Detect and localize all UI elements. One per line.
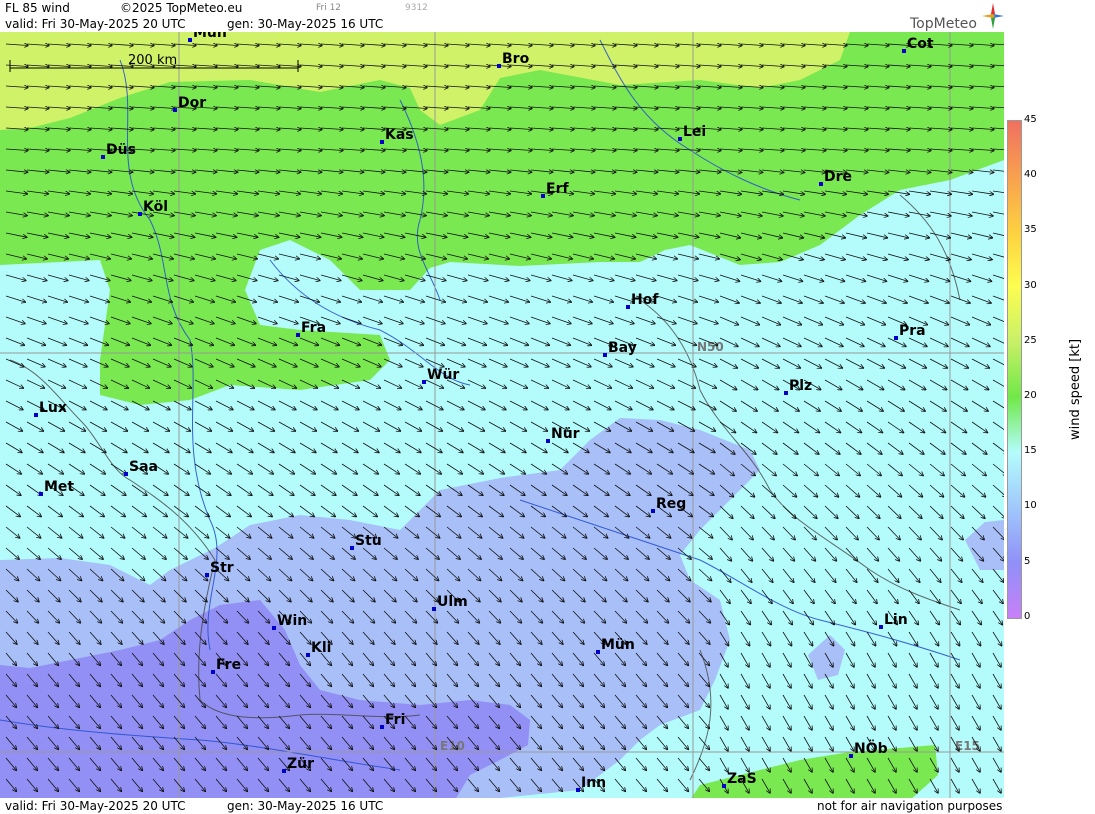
city-marker — [541, 194, 545, 198]
city-label: Bro — [502, 51, 530, 67]
city-marker — [188, 38, 192, 42]
city-marker — [722, 784, 726, 788]
logo-text: TopMeteo — [910, 16, 977, 32]
city-label: Inn — [581, 775, 606, 791]
legend-tick: 15 — [1024, 445, 1037, 457]
footer-gen-time: gen: 30-May-2025 16 UTC — [227, 799, 384, 813]
header-row-1: FL 85 wind ©2025 TopMeteo.eu Fri 12 9312 — [0, 0, 1004, 16]
city-label: Stu — [355, 533, 382, 549]
city-label: Plz — [789, 378, 812, 394]
city-label: Zür — [287, 756, 314, 772]
city-marker — [380, 725, 384, 729]
city-marker — [651, 509, 655, 513]
copyright: ©2025 TopMeteo.eu — [120, 1, 243, 15]
city-label: Dor — [178, 95, 206, 111]
city-label: ZaS — [727, 771, 757, 787]
city-marker — [432, 607, 436, 611]
city-marker — [34, 413, 38, 417]
city-label: Met — [44, 479, 74, 495]
legend-colorbar — [1007, 120, 1022, 619]
city-label: Bay — [608, 340, 637, 356]
header-row-2: valid: Fri 30-May-2025 20 UTC gen: 30-Ma… — [0, 16, 1004, 32]
city-label: Fra — [301, 320, 326, 336]
city-marker — [879, 625, 883, 629]
code-label: 9312 — [405, 3, 428, 13]
city-label: Str — [210, 560, 234, 576]
legend-tick: 20 — [1024, 390, 1037, 401]
city-marker — [272, 626, 276, 630]
footer-disclaimer: not for air navigation purposes — [817, 799, 1003, 813]
city-label: NÖb — [854, 739, 888, 757]
city-marker — [894, 336, 898, 340]
city-label: Erf — [546, 181, 569, 197]
legend-tick: 45 — [1024, 114, 1037, 125]
city-label: Pra — [899, 323, 926, 339]
city-label: Cot — [907, 36, 934, 52]
city-marker — [497, 64, 501, 68]
footer-row: valid: Fri 30-May-2025 20 UTC gen: 30-Ma… — [0, 798, 1004, 814]
city-marker — [173, 108, 177, 112]
compass-icon — [982, 3, 1004, 29]
legend-tick: 35 — [1024, 224, 1037, 236]
city-label: Lux — [39, 400, 67, 416]
gen-time: gen: 30-May-2025 16 UTC — [227, 17, 384, 31]
legend-tick: 40 — [1024, 169, 1037, 181]
legend-tick: 30 — [1024, 279, 1037, 291]
city-label: Mün — [601, 637, 635, 653]
valid-time: valid: Fri 30-May-2025 20 UTC — [5, 17, 186, 31]
city-marker — [306, 653, 310, 657]
city-marker — [124, 472, 128, 476]
city-label: Win — [277, 613, 307, 629]
city-label: Fre — [216, 657, 241, 673]
legend-tick: 0 — [1024, 610, 1031, 622]
city-label: Düs — [106, 142, 136, 158]
city-marker — [380, 140, 384, 144]
legend-tick: 5 — [1024, 555, 1031, 567]
city-marker — [205, 573, 209, 577]
city-label: Ulm — [437, 594, 468, 610]
city-marker — [596, 650, 600, 654]
city-marker — [784, 391, 788, 395]
city-marker — [819, 182, 823, 186]
city-marker — [422, 380, 426, 384]
city-marker — [678, 137, 682, 141]
city-marker — [282, 769, 286, 773]
scale-bar-label: 200 km — [128, 53, 177, 68]
city-marker — [603, 353, 607, 357]
legend: 45 40 35 30 25 20 15 10 5 0 wind speed [kt] — [1004, 0, 1095, 814]
city-marker — [296, 333, 300, 337]
city-marker — [902, 49, 906, 53]
footer-valid-time: valid: Fri 30-May-2025 20 UTC — [5, 799, 186, 813]
legend-title: wind speed [kt] — [1068, 338, 1083, 440]
city-label: Kas — [385, 127, 414, 143]
chart-title: FL 85 wind — [5, 1, 70, 15]
city-label: Reg — [656, 496, 686, 512]
city-label: Köl — [143, 199, 168, 215]
city-marker — [350, 546, 354, 550]
city-marker — [211, 670, 215, 674]
city-label: Hof — [631, 292, 659, 308]
wind-map: N50 E10 E15 200 km MünBroCotDorKas LeiDüs… — [0, 32, 1004, 799]
city-marker — [626, 305, 630, 309]
slot-label: Fri 12 — [316, 3, 342, 13]
city-marker — [546, 439, 550, 443]
city-label: Saa — [129, 459, 158, 475]
grid-label-e10: E10 — [440, 739, 465, 753]
city-marker — [39, 492, 43, 496]
city-label: Lei — [683, 124, 706, 140]
city-label: Wür — [427, 367, 459, 383]
city-label: Lin — [884, 612, 908, 628]
city-marker — [101, 155, 105, 159]
city-label: Fri — [385, 712, 405, 728]
city-marker — [576, 788, 580, 792]
legend-tick: 25 — [1024, 334, 1037, 346]
city-label: Mün — [193, 32, 227, 41]
city-label: Kli — [311, 640, 331, 656]
city-marker — [849, 754, 853, 758]
legend-tick: 10 — [1024, 500, 1037, 512]
city-label: Dre — [824, 169, 852, 185]
city-marker — [138, 212, 142, 216]
city-label: Nür — [551, 426, 580, 442]
